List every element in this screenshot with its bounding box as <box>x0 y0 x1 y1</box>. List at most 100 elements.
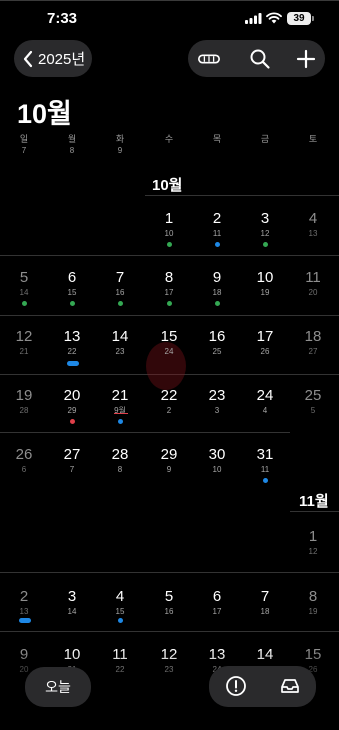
status-time: 7:33 <box>47 10 78 27</box>
calendar-day-cell[interactable]: 3 14 <box>55 588 89 617</box>
day-number: 3 <box>67 588 77 605</box>
weekday-label: 토 <box>308 134 318 144</box>
calendar-day-cell[interactable]: 26 6 <box>7 446 41 475</box>
day-number: 15 <box>160 328 178 345</box>
lunar-date: 8 <box>117 465 123 474</box>
battery-tip <box>312 16 314 21</box>
weekday-label: 목 <box>212 134 222 144</box>
day-number: 3 <box>260 210 270 227</box>
lunar-date: 13 <box>19 607 29 616</box>
lunar-date: 10 <box>164 229 174 238</box>
calendar-day-cell[interactable]: 21 9월 <box>103 387 137 416</box>
calendar-day-cell[interactable]: 7 18 <box>248 588 282 617</box>
prev-week-date: 8 <box>69 146 75 155</box>
calendar-day-cell[interactable]: 13 22 <box>55 328 89 357</box>
weekday-label: 월 <box>67 134 77 144</box>
day-number: 25 <box>304 387 322 404</box>
calendar-day-cell[interactable]: 4 15 <box>103 588 137 617</box>
day-number: 22 <box>160 387 178 404</box>
calendar-day-cell[interactable]: 3 12 <box>248 210 282 239</box>
calendar-day-cell[interactable]: 7 16 <box>103 269 137 298</box>
calendar-day-cell[interactable]: 24 4 <box>248 387 282 416</box>
calendar-day-cell[interactable]: 11 20 <box>296 269 330 298</box>
calendar-day-cell[interactable]: 31 11 <box>248 446 282 475</box>
lunar-date: 16 <box>164 607 174 616</box>
weekday-label: 일 <box>19 134 29 144</box>
calendar-day-cell[interactable]: 6 17 <box>200 588 234 617</box>
lunar-date: 17 <box>212 607 222 616</box>
week-divider <box>0 631 339 632</box>
calendar-day-cell[interactable]: 5 16 <box>152 588 186 617</box>
event-dot <box>118 419 123 424</box>
calendar-day-cell[interactable]: 8 17 <box>152 269 186 298</box>
lunar-date: 26 <box>260 347 270 356</box>
lunar-date: 12 <box>308 547 318 556</box>
day-number: 31 <box>256 446 274 463</box>
inbox-icon[interactable] <box>279 675 301 697</box>
lunar-date: 25 <box>212 347 222 356</box>
prev-week-date: 7 <box>21 146 27 155</box>
lunar-date: 18 <box>212 288 222 297</box>
calendar-day-cell[interactable]: 22 2 <box>152 387 186 416</box>
bottom-action-pill <box>209 666 316 707</box>
calendar-day-cell[interactable]: 2 13 <box>7 588 41 617</box>
calendar-day-cell[interactable]: 12 21 <box>7 328 41 357</box>
calendar-day-cell[interactable]: 20 29 <box>55 387 89 416</box>
day-number: 20 <box>63 387 81 404</box>
calendar-day-cell[interactable]: 1 12 <box>296 528 330 557</box>
lunar-date: 6 <box>21 465 27 474</box>
calendar-day-cell[interactable]: 6 15 <box>55 269 89 298</box>
lunar-date: 3 <box>214 406 220 415</box>
event-dot <box>70 301 75 306</box>
lunar-date: 7 <box>69 465 75 474</box>
lunar-date: 10 <box>212 465 222 474</box>
calendar-day-cell[interactable]: 29 9 <box>152 446 186 475</box>
calendar-day-cell[interactable]: 23 3 <box>200 387 234 416</box>
toolbar-pill <box>188 40 325 77</box>
back-label: 2025년 <box>38 51 86 68</box>
event-dot <box>215 301 220 306</box>
add-icon[interactable] <box>294 47 318 71</box>
lunar-date: 4 <box>262 406 268 415</box>
calendar-day-cell[interactable]: 4 13 <box>296 210 330 239</box>
weekday-label: 금 <box>260 134 270 144</box>
calendar-day-cell[interactable]: 14 23 <box>103 328 137 357</box>
calendar-day-cell[interactable]: 18 27 <box>296 328 330 357</box>
calendar-day-cell[interactable]: 1 10 <box>152 210 186 239</box>
calendar-day-cell[interactable]: 16 25 <box>200 328 234 357</box>
calendar-day-cell[interactable]: 17 26 <box>248 328 282 357</box>
calendar-day-cell[interactable]: 30 10 <box>200 446 234 475</box>
calendar-day-cell[interactable]: 10 19 <box>248 269 282 298</box>
week-divider <box>0 255 339 256</box>
lunar-date: 11 <box>212 229 222 238</box>
view-mode-icon[interactable] <box>197 47 221 71</box>
alert-icon[interactable] <box>225 675 247 697</box>
today-button[interactable]: 오늘 <box>25 667 91 707</box>
back-to-year-button[interactable]: 2025년 <box>14 40 92 77</box>
calendar-day-cell[interactable]: 2 11 <box>200 210 234 239</box>
calendar-day-cell[interactable]: 25 5 <box>296 387 330 416</box>
calendar-day-cell[interactable]: 8 19 <box>296 588 330 617</box>
calendar-day-cell[interactable]: 27 7 <box>55 446 89 475</box>
event-dot <box>118 618 123 623</box>
lunar-date: 14 <box>67 607 77 616</box>
day-number: 5 <box>19 269 29 286</box>
lunar-date: 19 <box>260 288 270 297</box>
day-number: 7 <box>115 269 125 286</box>
calendar-day-cell[interactable]: 15 24 <box>152 328 186 357</box>
lunar-date: 22 <box>67 347 77 356</box>
calendar-day-cell[interactable]: 19 28 <box>7 387 41 416</box>
prev-week-date: 9 <box>117 146 123 155</box>
lunar-date: 28 <box>19 406 29 415</box>
event-dot <box>118 301 123 306</box>
day-number: 11 <box>305 269 321 286</box>
day-number: 8 <box>308 588 318 605</box>
day-number: 28 <box>111 446 129 463</box>
calendar-day-cell[interactable]: 5 14 <box>7 269 41 298</box>
calendar-day-cell[interactable]: 9 18 <box>200 269 234 298</box>
event-dot <box>263 478 268 483</box>
calendar-day-cell[interactable]: 28 8 <box>103 446 137 475</box>
lunar-date: 19 <box>308 607 318 616</box>
search-icon[interactable] <box>248 47 272 71</box>
event-bar <box>19 618 31 623</box>
